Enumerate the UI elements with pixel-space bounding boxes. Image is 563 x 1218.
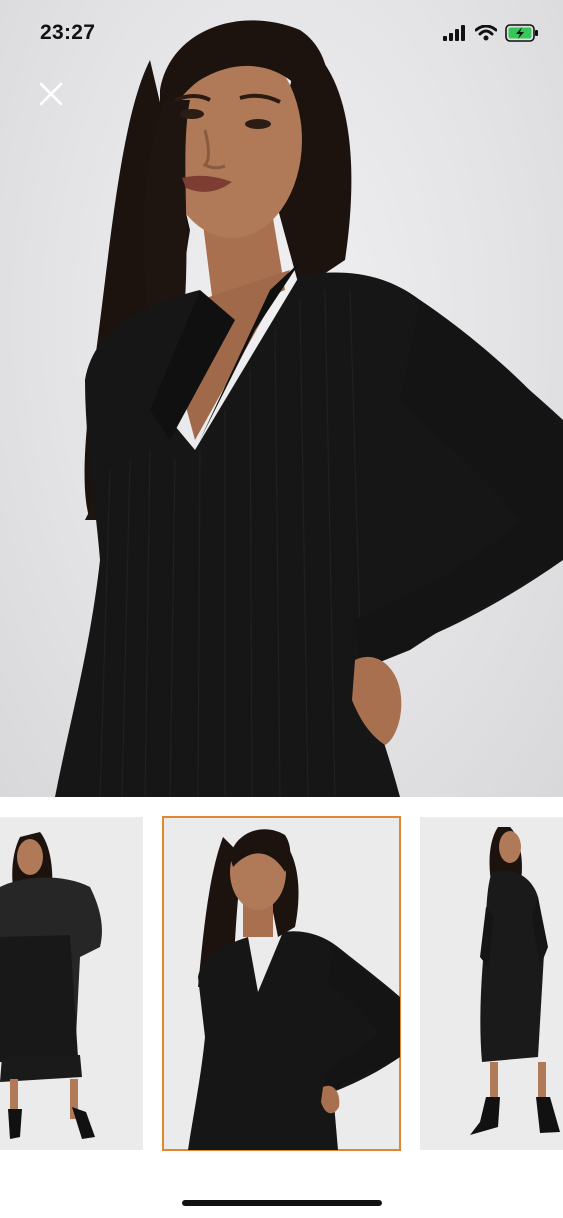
signal-icon (443, 25, 467, 46)
close-button[interactable] (30, 75, 72, 117)
model-jacket-thumbnail (0, 832, 102, 1139)
model-front-thumbnail (188, 829, 400, 1150)
close-icon (38, 81, 64, 112)
wifi-icon (474, 24, 498, 46)
thumbnail-3[interactable] (420, 817, 563, 1150)
home-indicator (182, 1200, 382, 1206)
status-time: 23:27 (40, 21, 96, 44)
battery-charging-icon (505, 24, 539, 47)
thumbnail-1[interactable] (0, 817, 143, 1150)
main-product-image[interactable] (0, 0, 563, 797)
status-bar: 23:27 (0, 0, 563, 70)
thumbnail-2[interactable] (162, 816, 401, 1151)
model-photo-illustration (55, 20, 563, 797)
model-back-thumbnail (470, 827, 560, 1135)
system-icons (443, 24, 539, 47)
thumbnail-strip (0, 797, 563, 1177)
